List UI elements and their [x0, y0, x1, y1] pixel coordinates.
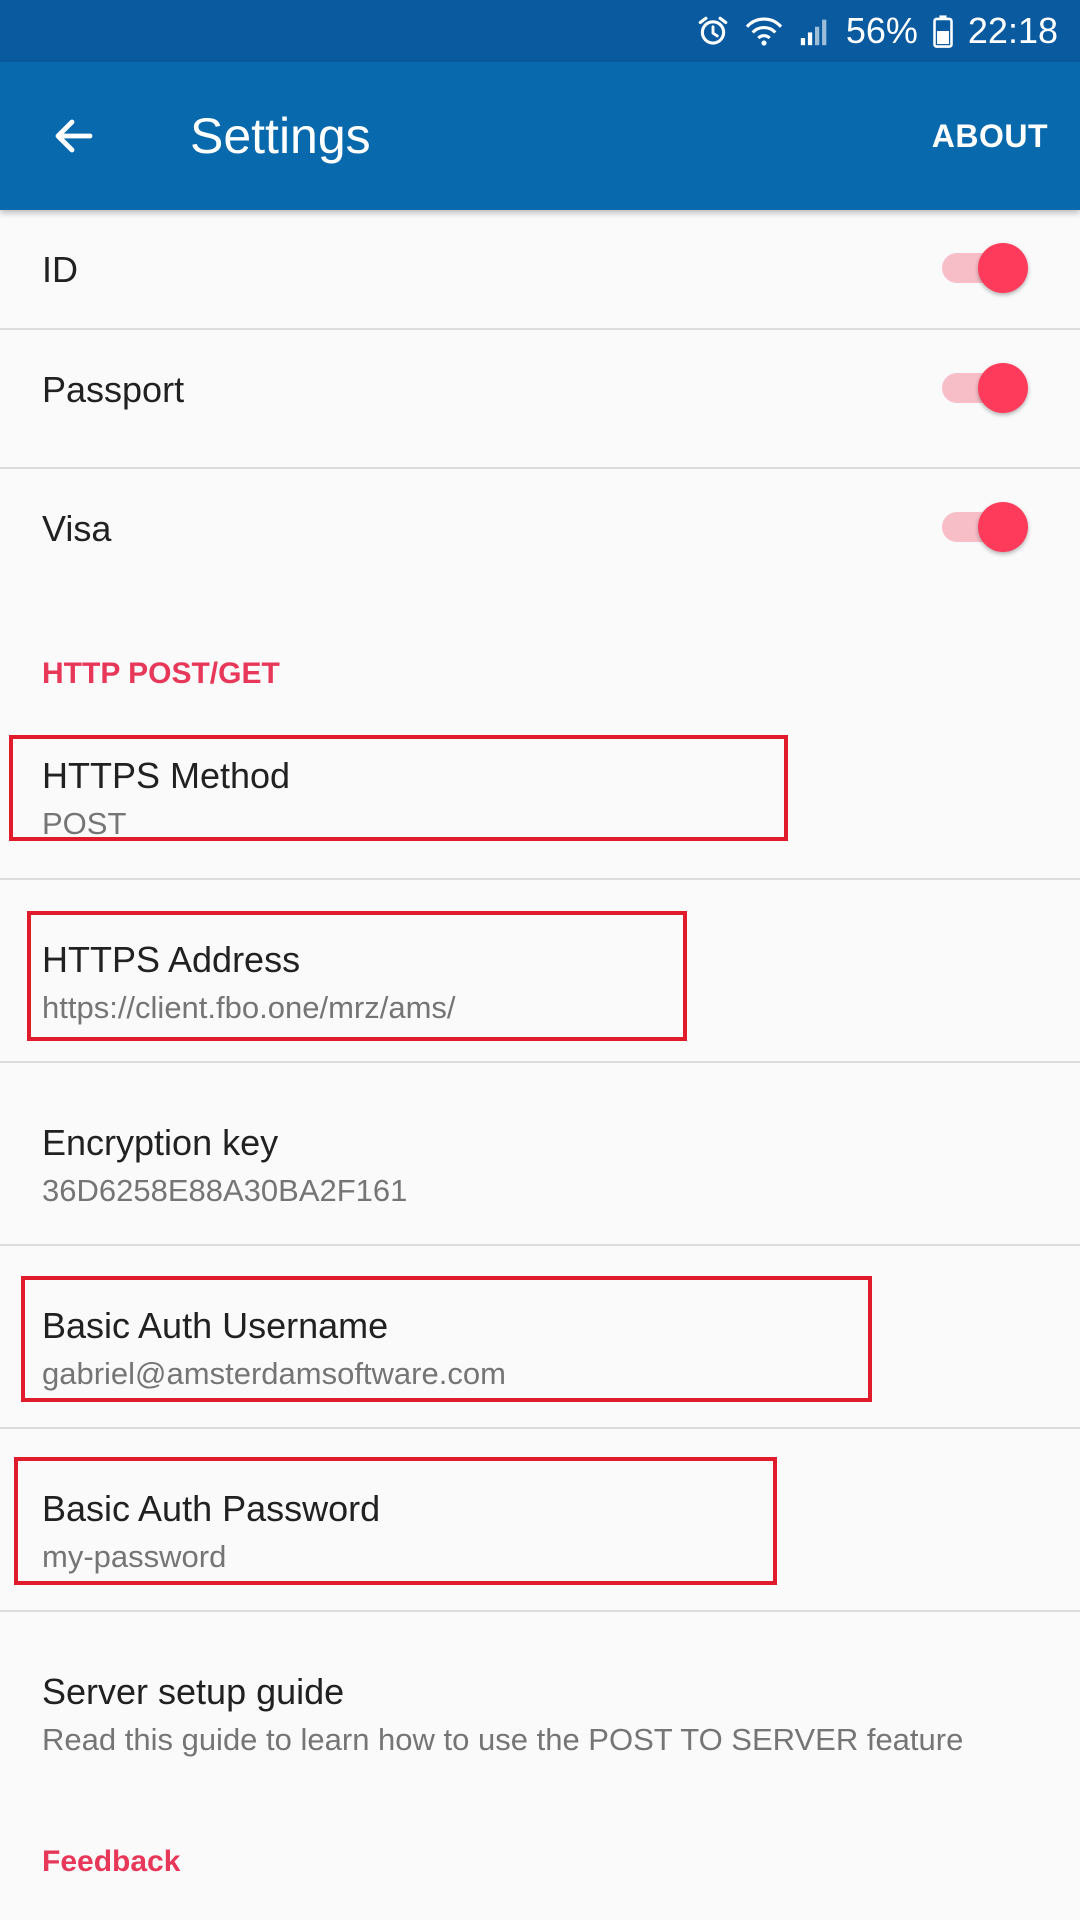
pref-server-setup-guide[interactable]: Server setup guide Read this guide to le…: [0, 1612, 1080, 1792]
about-button[interactable]: ABOUT: [932, 114, 1048, 158]
page-title: Settings: [190, 108, 371, 164]
settings-list: ID Passport Visa HTTP POST/GET HTTPS Met…: [0, 210, 1080, 1920]
pref-encryption-key[interactable]: Encryption key 36D6258E88A30BA2F161: [0, 1063, 1080, 1243]
section-header-http: HTTP POST/GET: [42, 657, 280, 690]
pref-summary: gabriel@amsterdamsoftware.com: [42, 1356, 506, 1391]
back-button[interactable]: [42, 104, 106, 168]
pref-title: Encryption key: [42, 1122, 279, 1163]
pref-title: Basic Auth Username: [42, 1305, 389, 1346]
pref-https-address[interactable]: HTTPS Address https://client.fbo.one/mrz…: [0, 880, 1080, 1060]
switch-thumb: [978, 243, 1028, 293]
pref-summary: Read this guide to learn how to use the …: [42, 1722, 964, 1757]
section-header-feedback: Feedback: [42, 1845, 181, 1878]
app-bar: Settings ABOUT: [0, 62, 1080, 210]
alarm-icon: [696, 14, 730, 48]
toggle-label-id: ID: [42, 249, 78, 290]
pref-summary: POST: [42, 806, 127, 841]
pref-summary: my-password: [42, 1539, 227, 1574]
pref-title: Server setup guide: [42, 1671, 345, 1712]
battery-percent: 56%: [845, 10, 918, 51]
status-bar: 56% 22:18: [0, 0, 1080, 62]
arrow-left-icon: [55, 119, 93, 153]
pref-title: HTTPS Address: [42, 939, 301, 980]
toggle-label-visa: Visa: [42, 508, 112, 549]
signal-icon: [798, 14, 832, 48]
switch-thumb: [978, 363, 1028, 413]
battery-icon: [932, 14, 954, 48]
pref-summary: https://client.fbo.one/mrz/ams/: [42, 990, 456, 1025]
pref-summary: 36D6258E88A30BA2F161: [42, 1173, 408, 1208]
switch-id[interactable]: [942, 240, 1028, 296]
switch-passport[interactable]: [942, 360, 1028, 416]
pref-title: Basic Auth Password: [42, 1488, 381, 1529]
wifi-icon: [744, 14, 784, 48]
status-time: 22:18: [967, 10, 1058, 51]
pref-title: HTTPS Method: [42, 755, 291, 796]
pref-https-method[interactable]: HTTPS Method POST: [0, 730, 1080, 888]
toggle-label-passport: Passport: [42, 369, 185, 410]
switch-thumb: [978, 502, 1028, 552]
pref-basic-auth-username[interactable]: Basic Auth Username gabriel@amsterdamsof…: [0, 1246, 1080, 1426]
toggle-row-passport[interactable]: Passport: [0, 330, 1080, 468]
toggle-row-visa[interactable]: Visa: [0, 469, 1080, 607]
pref-basic-auth-password[interactable]: Basic Auth Password my-password: [0, 1429, 1080, 1609]
switch-visa[interactable]: [942, 499, 1028, 555]
